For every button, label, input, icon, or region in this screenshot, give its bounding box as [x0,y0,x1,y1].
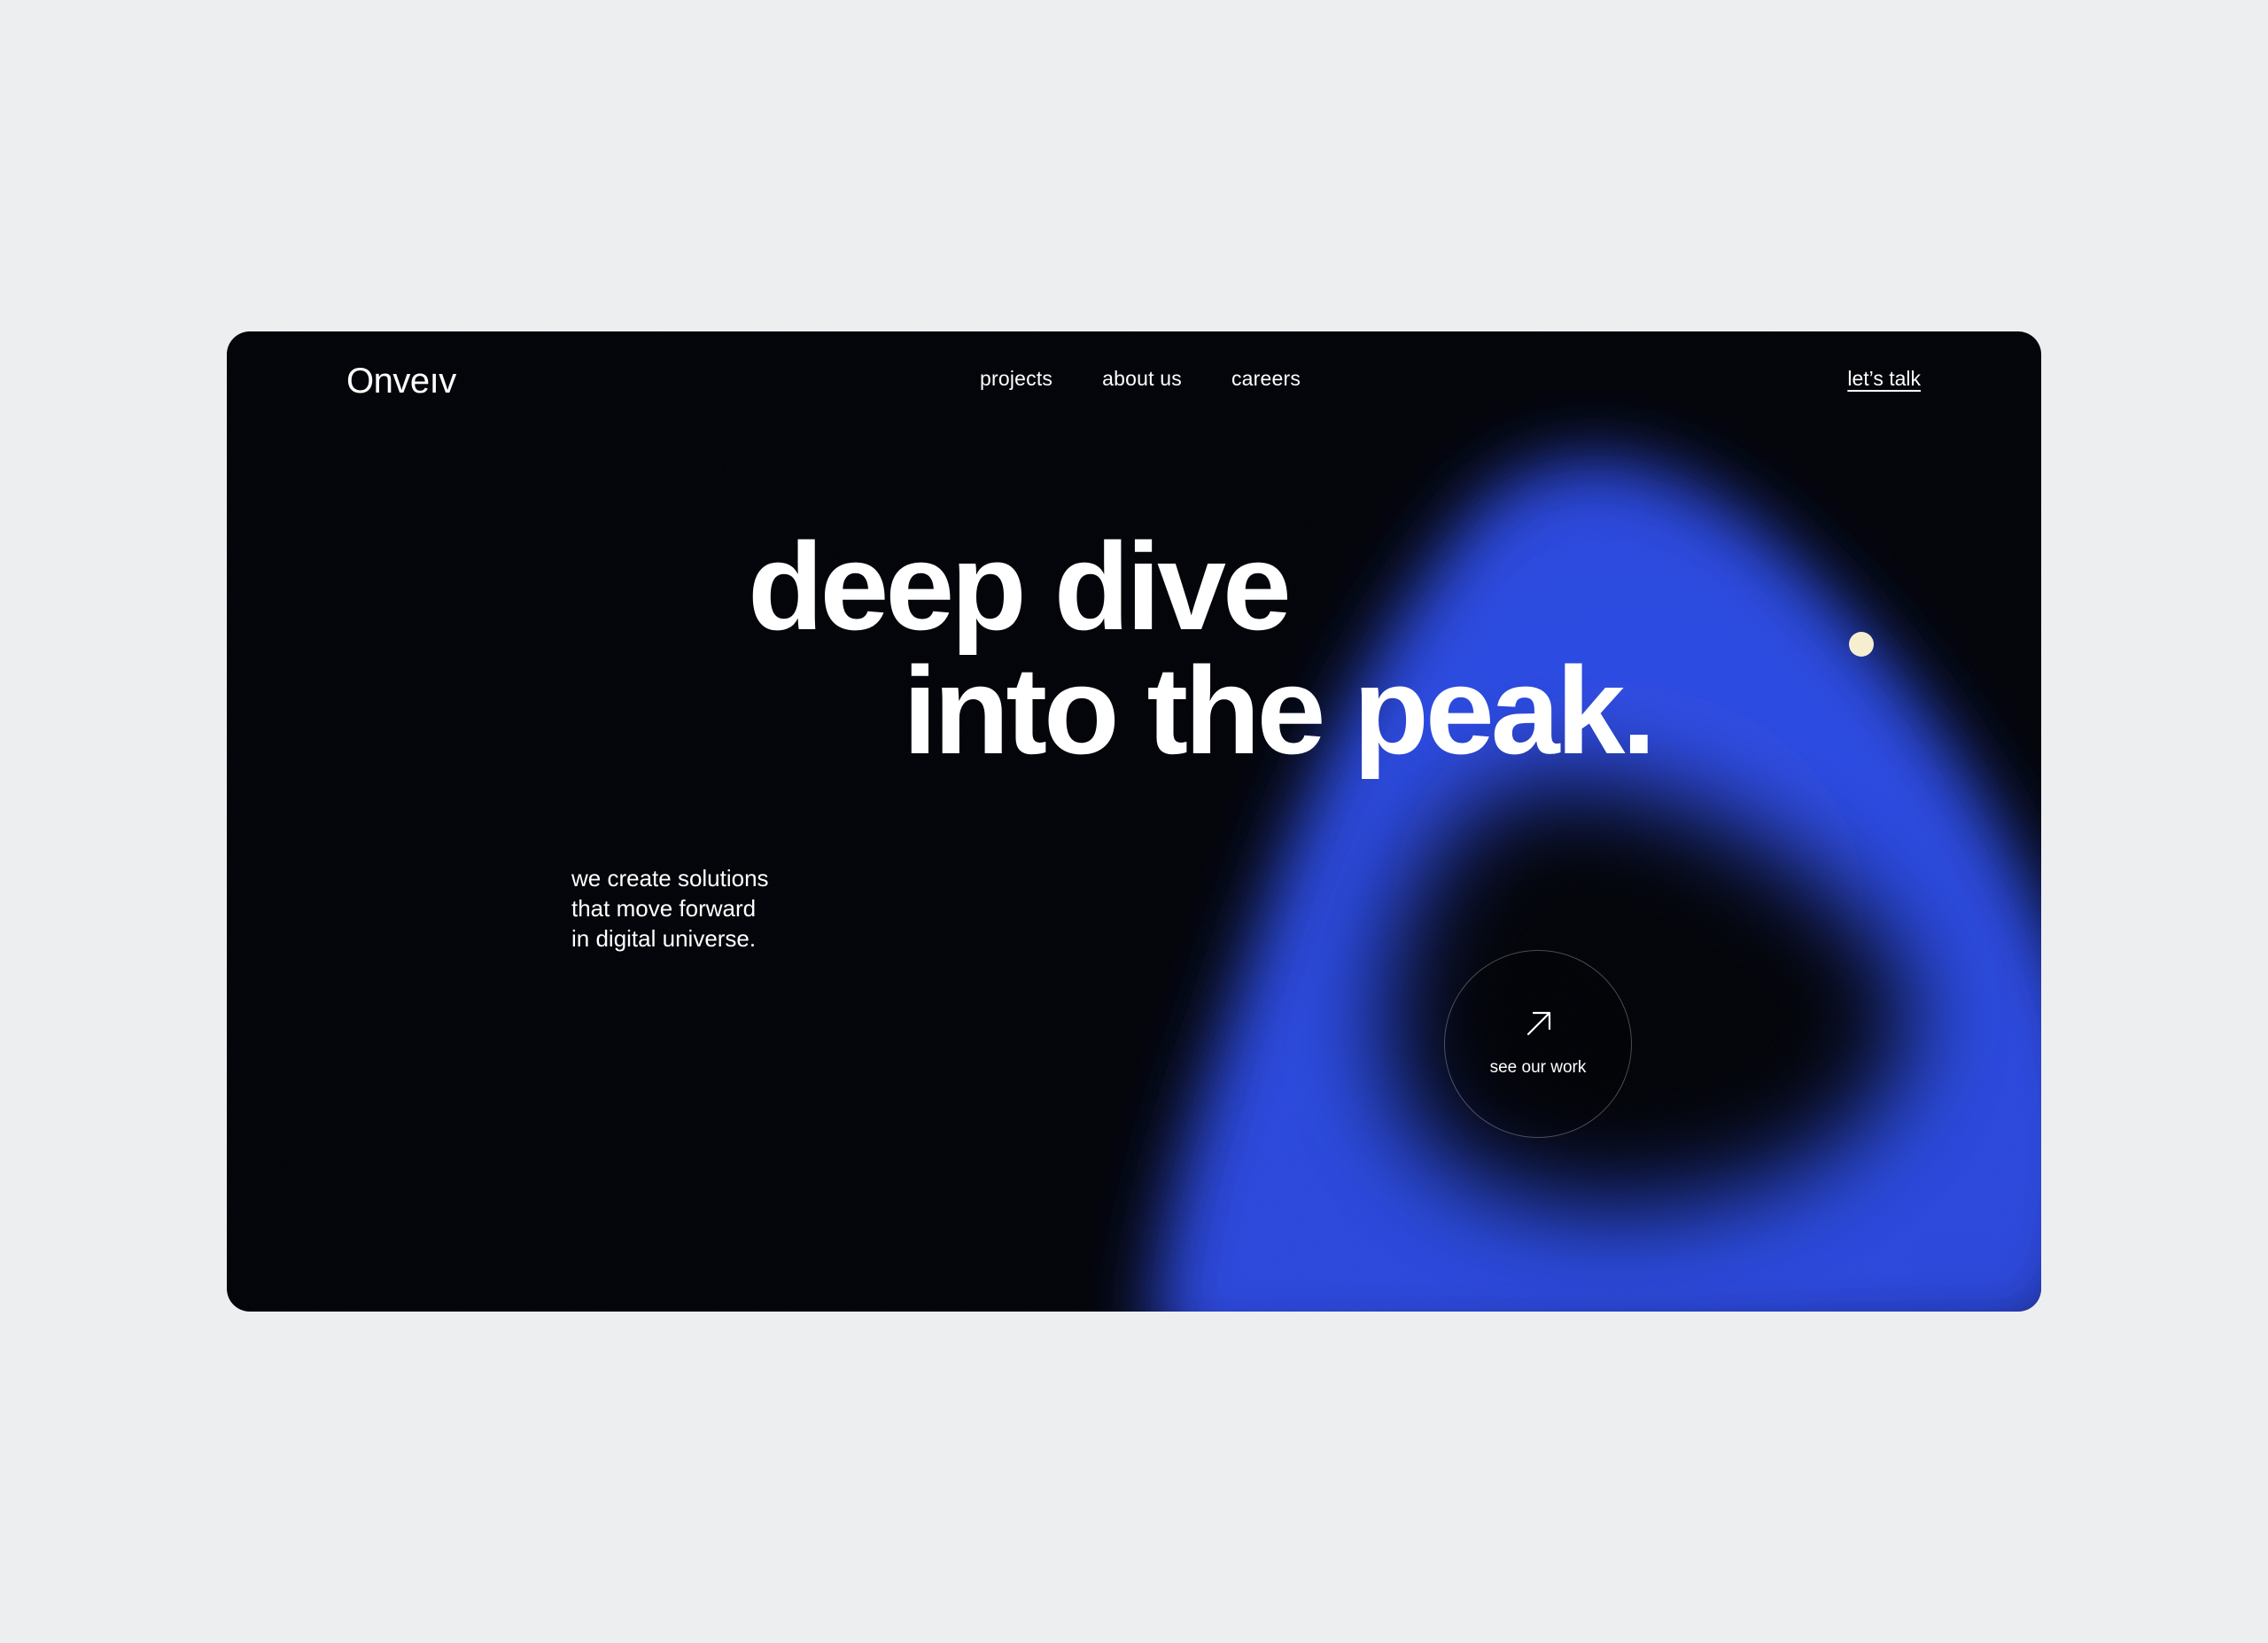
main-nav: projects about us careers [980,369,1301,389]
hero-heading-line-1: deep dive [748,517,1292,656]
brand-logo[interactable]: Onveıv [346,363,456,399]
tagline-line-3: in digital universe. [571,925,757,952]
nav-item-about-us[interactable]: about us [1102,369,1182,389]
blue-gradient-shape [227,331,2041,1312]
hero-tagline: we create solutions that move forward in… [571,863,855,954]
arrow-up-right-icon [1526,1011,1551,1036]
hero-frame: Onveıv projects about us careers let’s t… [227,331,2041,1312]
nav-item-projects[interactable]: projects [980,369,1052,389]
accent-dot [1849,632,1874,657]
see-our-work-button[interactable]: see our work [1444,950,1632,1138]
tagline-line-2: that move forward [571,895,757,922]
see-our-work-label: see our work [1489,1058,1587,1077]
lets-talk-link[interactable]: let’s talk [1847,369,1921,389]
tagline-line-1: we create solutions [571,865,769,892]
hero-heading-line-2: into the peak. [903,641,1656,780]
nav-item-careers[interactable]: careers [1231,369,1301,389]
